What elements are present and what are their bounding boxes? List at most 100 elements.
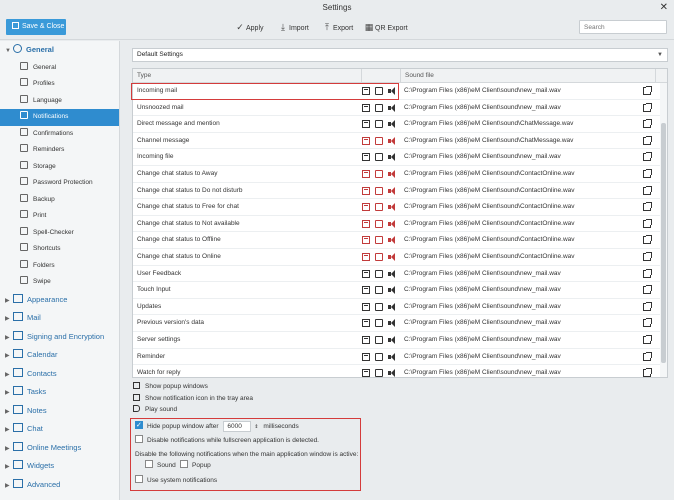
popup-window-icon[interactable] [362, 219, 370, 228]
speaker-icon[interactable] [388, 203, 397, 212]
table-row[interactable]: Change chat status to Do not disturb C:\P… [133, 183, 667, 200]
sidebar-group-tasks[interactable]: ▶ Tasks [0, 383, 119, 402]
sidebar-item-swipe[interactable]: Swipe [0, 274, 119, 291]
sound-file-path[interactable]: C:\Program Files (x86)\eM Client\sound\n… [404, 282, 561, 298]
open-file-icon[interactable] [643, 185, 652, 195]
sound-file-path[interactable]: C:\Program Files (x86)\eM Client\sound\C… [404, 216, 575, 232]
speaker-icon[interactable] [388, 236, 397, 245]
popup-window-icon[interactable] [362, 169, 370, 178]
import-button[interactable]: ⤓ Import [277, 21, 309, 35]
open-file-icon[interactable] [643, 268, 652, 278]
sidebar-item-language[interactable]: Language [0, 93, 119, 110]
sidebar-item-spell-checker[interactable]: Spell-Checker [0, 225, 119, 242]
popup-window-icon[interactable] [362, 252, 370, 261]
apply-button[interactable]: ✓ Apply [234, 21, 263, 35]
sidebar-item-general[interactable]: General [0, 60, 119, 77]
sound-file-path[interactable]: C:\Program Files (x86)\eM Client\sound\n… [404, 149, 561, 165]
spinner-icon[interactable]: ⇕ [254, 424, 258, 430]
sidebar-group-notes[interactable]: ▶ Notes [0, 402, 119, 421]
sidebar-group-calendar[interactable]: ▶ Calendar [0, 346, 119, 365]
sound-file-path[interactable]: C:\Program Files (x86)\eM Client\sound\C… [404, 116, 573, 132]
sidebar-group-mail[interactable]: ▶ Mail [0, 309, 119, 328]
popup-window-icon[interactable] [362, 236, 370, 245]
tray-icon[interactable] [375, 352, 383, 361]
sound-file-path[interactable]: C:\Program Files (x86)\eM Client\sound\C… [404, 183, 575, 199]
open-file-icon[interactable] [643, 235, 652, 245]
popup-window-icon[interactable] [362, 136, 370, 145]
popup-window-icon[interactable] [362, 319, 370, 328]
open-file-icon[interactable] [643, 368, 652, 377]
profile-dropdown[interactable]: Default Settings ▼ [132, 48, 668, 62]
sound-file-path[interactable]: C:\Program Files (x86)\eM Client\sound\C… [404, 166, 575, 182]
sound-file-path[interactable]: C:\Program Files (x86)\eM Client\sound\C… [404, 133, 573, 149]
speaker-icon[interactable] [388, 302, 397, 311]
sound-file-path[interactable]: C:\Program Files (x86)\eM Client\sound\n… [404, 365, 561, 377]
popup-window-icon[interactable] [362, 103, 370, 112]
hide-popup-checkbox[interactable] [135, 420, 143, 431]
sidebar-item-reminders[interactable]: Reminders [0, 142, 119, 159]
speaker-icon[interactable] [388, 136, 397, 145]
sidebar-group-signing-and-encryption[interactable]: ▶ Signing and Encryption [0, 328, 119, 347]
tray-icon[interactable] [375, 186, 383, 195]
sound-file-path[interactable]: C:\Program Files (x86)\eM Client\sound\n… [404, 299, 561, 315]
table-row[interactable]: Change chat status to Away C:\Program Fil… [133, 166, 667, 183]
table-row[interactable]: Change chat status to Not available C:\Pr… [133, 216, 667, 233]
table-row[interactable]: Change chat status to Free for chat C:\Pr… [133, 199, 667, 216]
disable-popup-checkbox[interactable] [180, 460, 188, 468]
tray-icon[interactable] [375, 286, 383, 295]
speaker-icon[interactable] [388, 352, 397, 361]
tray-icon[interactable] [375, 120, 383, 129]
sidebar-group-general[interactable]: ▼ General [0, 41, 119, 60]
tray-icon[interactable] [375, 335, 383, 344]
open-file-icon[interactable] [643, 251, 652, 261]
table-row[interactable]: Server settings C:\Program Files (x86)\eM… [133, 332, 667, 349]
speaker-icon[interactable] [388, 319, 397, 328]
sidebar-item-folders[interactable]: Folders [0, 258, 119, 275]
sidebar-item-print[interactable]: Print [0, 208, 119, 225]
open-file-icon[interactable] [643, 135, 652, 145]
speaker-icon[interactable] [388, 120, 397, 129]
open-file-icon[interactable] [643, 301, 652, 311]
sound-file-path[interactable]: C:\Program Files (x86)\eM Client\sound\n… [404, 100, 561, 116]
open-file-icon[interactable] [643, 102, 652, 112]
open-file-icon[interactable] [643, 168, 652, 178]
tray-icon[interactable] [375, 302, 383, 311]
speaker-icon[interactable] [388, 219, 397, 228]
table-row[interactable]: Watch for reply C:\Program Files (x86)\eM… [133, 365, 667, 377]
tray-icon[interactable] [375, 153, 383, 162]
use-system-checkbox[interactable] [135, 475, 143, 483]
tray-icon[interactable] [375, 369, 383, 377]
speaker-icon[interactable] [388, 153, 397, 162]
popup-window-icon[interactable] [362, 269, 370, 278]
speaker-icon[interactable] [388, 269, 397, 278]
speaker-icon[interactable] [388, 186, 397, 195]
open-file-icon[interactable] [643, 218, 652, 228]
open-file-icon[interactable] [643, 318, 652, 328]
open-file-icon[interactable] [643, 351, 652, 361]
sidebar-item-backup[interactable]: Backup [0, 192, 119, 209]
disable-sound-checkbox[interactable] [145, 460, 153, 468]
search-input[interactable] [579, 20, 667, 34]
speaker-icon[interactable] [388, 103, 397, 112]
disable-fullscreen-checkbox[interactable] [135, 435, 143, 443]
popup-window-icon[interactable] [362, 186, 370, 195]
export-button[interactable]: ⤒ Export [321, 21, 353, 35]
sidebar-item-password-protection[interactable]: Password Protection [0, 175, 119, 192]
open-file-icon[interactable] [643, 202, 652, 212]
popup-window-icon[interactable] [362, 286, 370, 295]
popup-window-icon[interactable] [362, 120, 370, 129]
sound-file-path[interactable]: C:\Program Files (x86)\eM Client\sound\n… [404, 349, 561, 365]
table-row[interactable]: User Feedback C:\Program Files (x86)\eM C… [133, 266, 667, 283]
open-file-icon[interactable] [643, 152, 652, 162]
popup-window-icon[interactable] [362, 352, 370, 361]
hide-popup-ms-input[interactable]: 6000 [223, 421, 252, 432]
open-file-icon[interactable] [643, 285, 652, 295]
sound-file-path[interactable]: C:\Program Files (x86)\eM Client\sound\C… [404, 199, 575, 215]
table-row[interactable]: Change chat status to Online C:\Program F… [133, 249, 667, 266]
speaker-icon[interactable] [388, 169, 397, 178]
table-row[interactable]: Channel message C:\Program Files (x86)\eM… [133, 133, 667, 150]
tray-icon[interactable] [375, 136, 383, 145]
sidebar-item-storage[interactable]: Storage [0, 159, 119, 176]
table-row[interactable]: Direct message and mention C:\Program Fil… [133, 116, 667, 133]
table-row[interactable]: Updates C:\Program Files (x86)\eM Client\… [133, 299, 667, 316]
